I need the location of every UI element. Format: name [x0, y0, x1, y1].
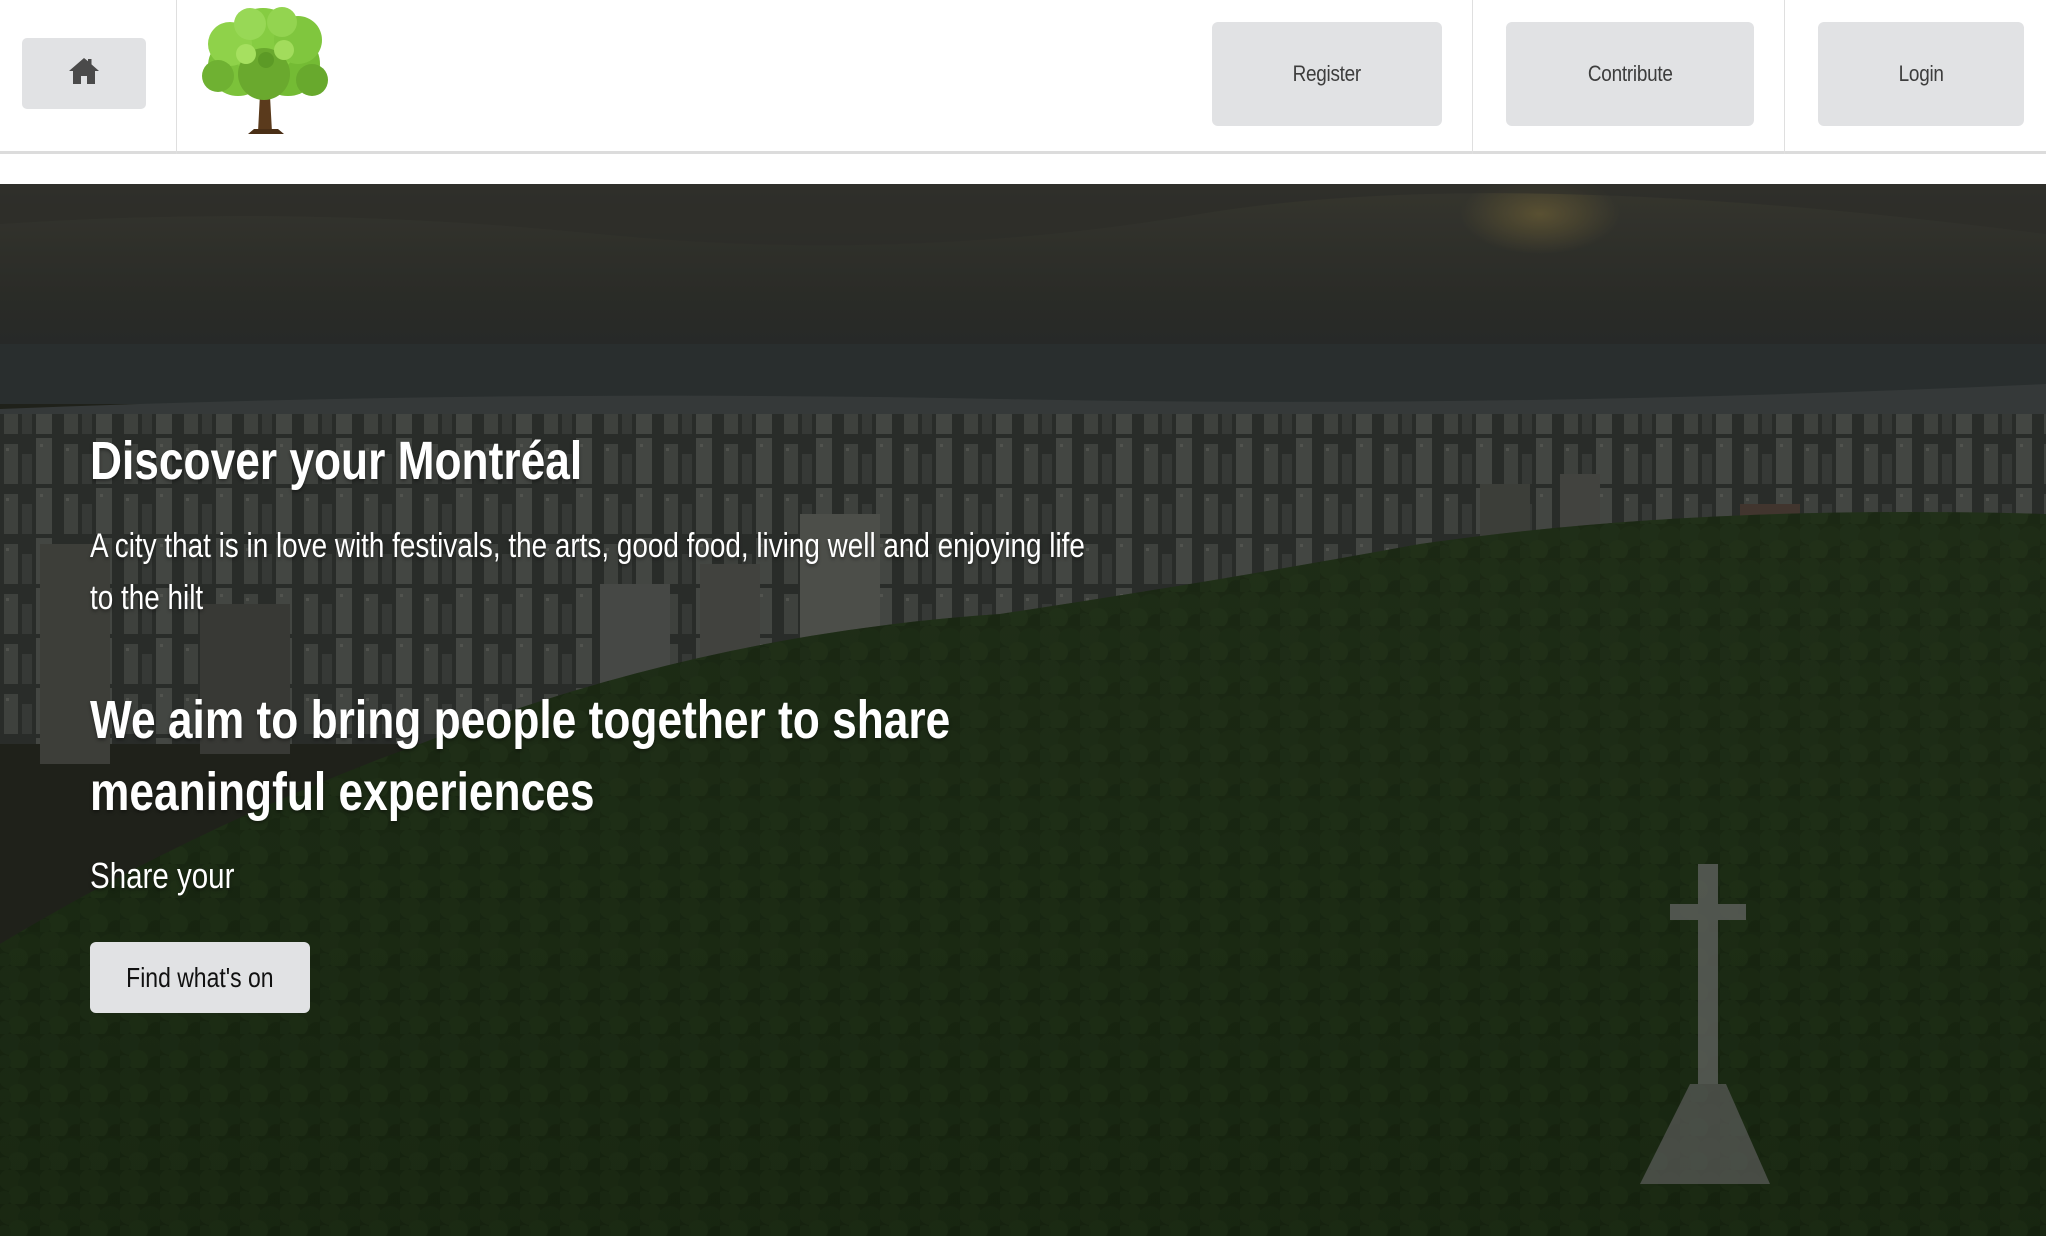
header-divider	[1784, 0, 1785, 154]
register-label: Register	[1292, 61, 1362, 86]
contribute-label: Contribute	[1587, 61, 1673, 86]
contribute-button[interactable]: Contribute	[1506, 22, 1754, 126]
hero-mission-heading: We aim to bring people together to share…	[90, 690, 951, 822]
register-button[interactable]: Register	[1212, 22, 1442, 126]
login-button[interactable]: Login	[1818, 22, 2024, 126]
home-button[interactable]	[22, 38, 146, 109]
header-divider	[1472, 0, 1473, 154]
find-whats-on-label: Find what's on	[126, 961, 274, 993]
tree-logo[interactable]	[188, 4, 338, 136]
find-whats-on-button[interactable]: Find what's on	[90, 942, 310, 1013]
tree-icon	[202, 7, 328, 134]
login-label: Login	[1898, 61, 1944, 86]
hero-share-text: Share your	[90, 855, 235, 896]
home-icon	[67, 56, 101, 91]
top-navigation-bar: Register Contribute Login	[0, 0, 2046, 154]
header-divider	[176, 0, 177, 154]
hero-title: Discover your Montréal	[90, 431, 583, 491]
hero-section: Discover your Montréal A city that is in…	[0, 184, 2046, 1236]
hero-subtitle: A city that is in love with festivals, t…	[90, 527, 1085, 617]
